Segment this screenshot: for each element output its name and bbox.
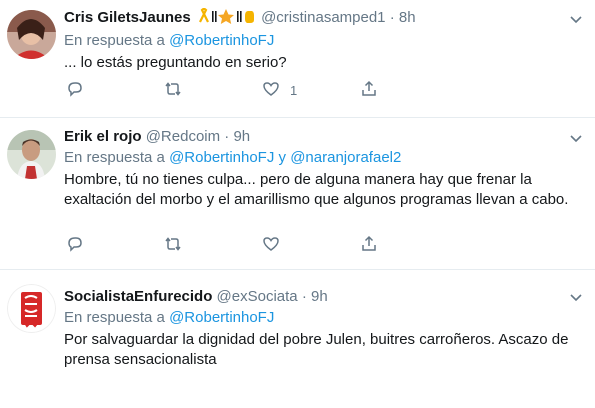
tweet-actions: 1 (64, 80, 394, 100)
name-badges (196, 7, 256, 30)
heart-icon (262, 235, 280, 256)
retweet-icon (164, 235, 182, 256)
reply-icon (66, 80, 84, 101)
separator-dot: · (301, 288, 307, 305)
reply-prefix: En respuesta a (64, 149, 165, 166)
timestamp[interactable]: 9h (311, 288, 328, 305)
reply-button[interactable] (66, 235, 84, 255)
heart-icon (262, 80, 280, 101)
reply-user-link[interactable]: @RobertinhoFJ (169, 309, 274, 326)
separator-dot: · (224, 128, 230, 145)
reply-context: En respuesta a @RobertinhoFJ y @naranjor… (64, 148, 581, 168)
chevron-down-icon[interactable] (569, 131, 583, 145)
reply-context: En respuesta a @RobertinhoFJ (64, 31, 581, 51)
reply-prefix: En respuesta a (64, 32, 165, 49)
reply-prefix: En respuesta a (64, 309, 165, 326)
reply-user-link[interactable]: @RobertinhoFJ (169, 149, 274, 166)
user-handle[interactable]: @cristinasamped1 (261, 9, 385, 26)
tweet-text: Hombre, tú no tienes culpa... pero de al… (64, 171, 569, 208)
share-icon (360, 80, 378, 101)
display-name[interactable]: Cris GiletsJaunes (64, 9, 191, 26)
share-icon (360, 235, 378, 256)
tweet-header: Erik el rojo @Redcoim · 9h (64, 127, 581, 147)
separator-dot: · (389, 9, 395, 26)
tweet-actions (64, 235, 394, 255)
user-handle[interactable]: @exSociata (217, 288, 298, 305)
timestamp[interactable]: 8h (399, 9, 416, 26)
avatar[interactable] (7, 10, 56, 59)
timestamp[interactable]: 9h (233, 128, 250, 145)
avatar[interactable] (7, 284, 56, 333)
user-handle[interactable]: @Redcoim (146, 128, 220, 145)
chevron-down-icon[interactable] (569, 290, 583, 304)
share-button[interactable] (360, 235, 378, 255)
reply-user-link[interactable]: @RobertinhoFJ (169, 32, 274, 49)
display-name[interactable]: Erik el rojo (64, 128, 142, 145)
timeline: Cris GiletsJaunes 🎗||⭐||✊ @cristinasampe… (0, 0, 595, 408)
reply-context: En respuesta a @RobertinhoFJ (64, 308, 581, 328)
display-name[interactable]: SocialistaEnfurecido (64, 288, 212, 305)
like-count: 1 (290, 82, 298, 98)
like-button[interactable] (262, 235, 280, 255)
reply-conjunction: y (278, 149, 287, 166)
tweet-text: Por salvaguardar la dignidad del pobre J… (64, 331, 569, 368)
retweet-icon (164, 80, 182, 101)
like-button[interactable]: 1 (262, 80, 297, 100)
tweet-text: ... lo estás preguntando en serio? (64, 54, 287, 71)
avatar[interactable] (7, 130, 56, 179)
reply-icon (66, 235, 84, 256)
reply-user-link[interactable]: @naranjorafael2 (290, 149, 401, 166)
chevron-down-icon[interactable] (569, 12, 583, 26)
share-button[interactable] (360, 80, 378, 100)
reply-button[interactable] (66, 80, 84, 100)
retweet-button[interactable] (164, 80, 182, 100)
retweet-button[interactable] (164, 235, 182, 255)
tweet-header: Cris GiletsJaunes 🎗||⭐||✊ @cristinasampe… (64, 7, 581, 30)
tweet-header: SocialistaEnfurecido @exSociata · 9h (64, 287, 581, 307)
